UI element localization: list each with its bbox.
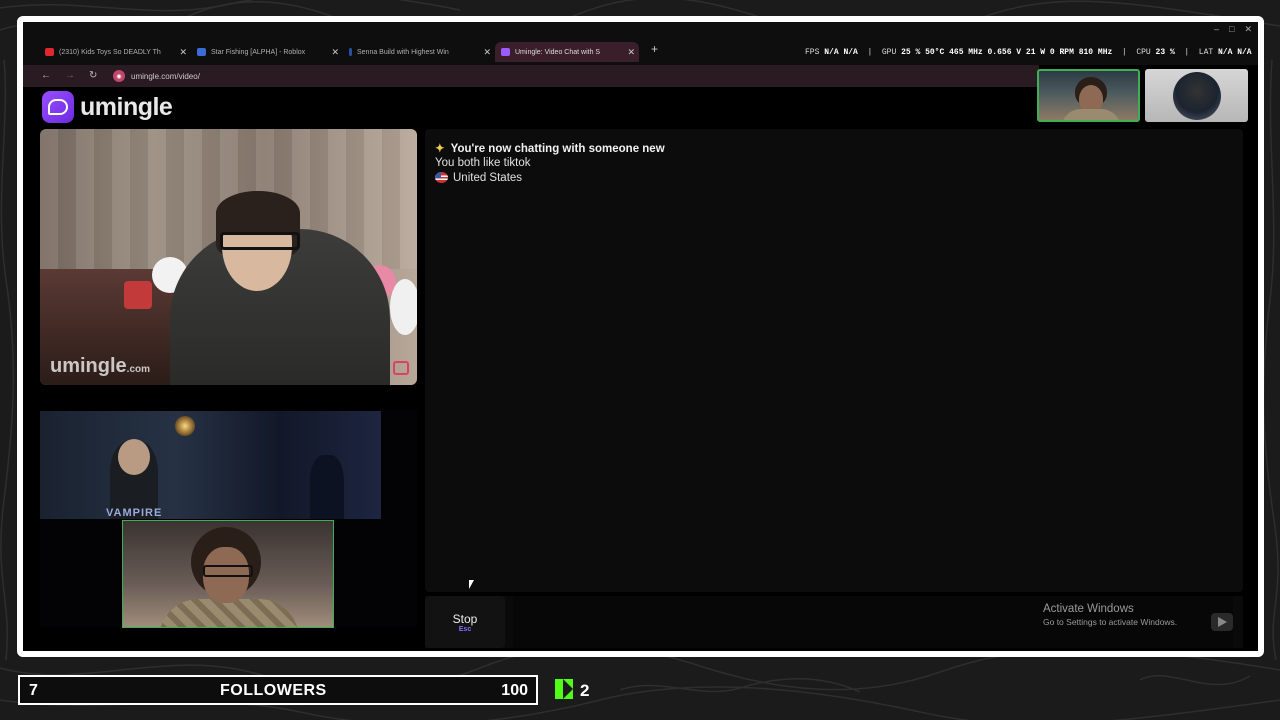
- kick-viewer-count: 2: [580, 681, 590, 700]
- fps-label: FPS: [805, 48, 820, 57]
- stream-frame: (2310) Kids Toys So DEADLY Th ✕ Star Fis…: [17, 16, 1264, 657]
- address-bar-row: ← → ↻ ◉ umingle.com/video/: [23, 65, 1039, 87]
- close-icon[interactable]: ✕: [483, 47, 491, 58]
- address-bar[interactable]: ◉ umingle.com/video/: [113, 68, 1013, 84]
- send-icon[interactable]: [1211, 613, 1233, 631]
- activate-subtitle: Go to Settings to activate Windows.: [1043, 617, 1178, 627]
- umingle-watermark: umingle.com: [50, 355, 151, 377]
- follower-goal-target: 100: [501, 682, 528, 699]
- tab-label: (2310) Kids Toys So DEADLY Th: [59, 48, 161, 56]
- site-info-icon[interactable]: ◉: [113, 70, 125, 82]
- back-icon[interactable]: ←: [41, 70, 51, 81]
- roblox-icon: [197, 48, 206, 56]
- window-controls: – □ ✕: [1214, 24, 1252, 35]
- chat-bubble-icon: [42, 91, 74, 123]
- sparkle-icon: ✦: [435, 143, 445, 155]
- fps-value: N/A: [843, 48, 858, 57]
- tab-label: Star Fishing [ALPHA] - Roblox: [211, 48, 306, 56]
- new-tab-button[interactable]: +: [651, 42, 658, 56]
- url-text[interactable]: umingle.com/video/: [131, 72, 200, 81]
- browser-tab[interactable]: Senna Build with Highest Win ✕: [349, 42, 491, 62]
- kick-icon: [555, 679, 573, 699]
- stop-label: Stop: [452, 611, 478, 626]
- minimize-icon[interactable]: –: [1214, 24, 1219, 35]
- maximize-icon[interactable]: □: [1229, 24, 1234, 35]
- chat-controls: Stop Esc Activate Windows Go to Settings…: [425, 596, 1243, 648]
- tab-label: Senna Build with Highest Win: [357, 48, 449, 56]
- close-icon[interactable]: ✕: [331, 47, 339, 58]
- umingle-logo[interactable]: umingle: [42, 91, 173, 123]
- latency-value: N/A: [1237, 48, 1252, 57]
- browser-tab-active[interactable]: Umingle: Video Chat with S ✕: [495, 42, 639, 62]
- secondary-camera: [1145, 69, 1248, 122]
- self-webcam: [122, 520, 334, 628]
- gpu-label: GPU: [881, 48, 897, 57]
- latency-value: N/A: [1217, 48, 1233, 57]
- streamer-webcam: [1037, 69, 1140, 122]
- latency-label: LAT: [1198, 48, 1214, 57]
- activate-title: Activate Windows: [1043, 603, 1134, 615]
- stop-button[interactable]: Stop Esc: [425, 596, 505, 648]
- mouse-cursor-icon: [469, 580, 474, 589]
- youtube-icon: [45, 48, 54, 56]
- room-watermark: VAMPIRE: [106, 507, 163, 519]
- window-close-icon[interactable]: ✕: [1244, 24, 1252, 35]
- reload-icon[interactable]: ↻: [89, 70, 97, 81]
- site-icon: [349, 48, 352, 56]
- close-icon[interactable]: ✕: [179, 47, 187, 58]
- forward-icon[interactable]: →: [65, 70, 75, 81]
- self-video: VAMPIRE: [40, 411, 417, 628]
- cpu-label: CPU: [1136, 48, 1151, 57]
- chat-country-message: United States: [435, 172, 522, 184]
- stream-scene: VAMPIRE: [40, 411, 381, 519]
- tab-label: Umingle: Video Chat with S: [515, 48, 601, 56]
- logo-text: umingle: [80, 92, 173, 121]
- follower-goal-label: FOLLOWERS: [220, 682, 327, 699]
- follower-count: 7: [29, 682, 38, 699]
- activate-windows-notice: Activate Windows Go to Settings to activ…: [1043, 603, 1177, 627]
- browser-tab-bar: (2310) Kids Toys So DEADLY Th ✕ Star Fis…: [23, 22, 1258, 65]
- chat-system-message: ✦ You're now chatting with someone new: [435, 143, 665, 155]
- follower-goal-bar: 7 FOLLOWERS 100: [18, 675, 538, 705]
- chat-panel: ✦ You're now chatting with someone new Yo…: [425, 129, 1243, 592]
- browser-tab[interactable]: Star Fishing [ALPHA] - Roblox ✕: [197, 42, 339, 62]
- gpu-stats: 25 % 50°C 465 MHz 0.656 V 21 W 0 RPM 810…: [901, 48, 1113, 57]
- performance-overlay: FPS N/A N/A | GPU 25 % 50°C 465 MHz 0.65…: [805, 48, 1252, 57]
- chat-interest-message: You both like tiktok: [435, 157, 531, 169]
- stop-shortcut: Esc: [458, 625, 472, 633]
- umingle-icon: [501, 48, 510, 56]
- us-flag-icon: [435, 172, 448, 183]
- report-flag-icon[interactable]: [393, 361, 409, 375]
- browser-tab[interactable]: (2310) Kids Toys So DEADLY Th ✕: [45, 42, 187, 62]
- cpu-stats: 23 %: [1155, 48, 1175, 57]
- stranger-video: umingle.com: [40, 129, 417, 385]
- fps-value: N/A: [824, 48, 839, 57]
- close-icon[interactable]: ✕: [627, 47, 635, 58]
